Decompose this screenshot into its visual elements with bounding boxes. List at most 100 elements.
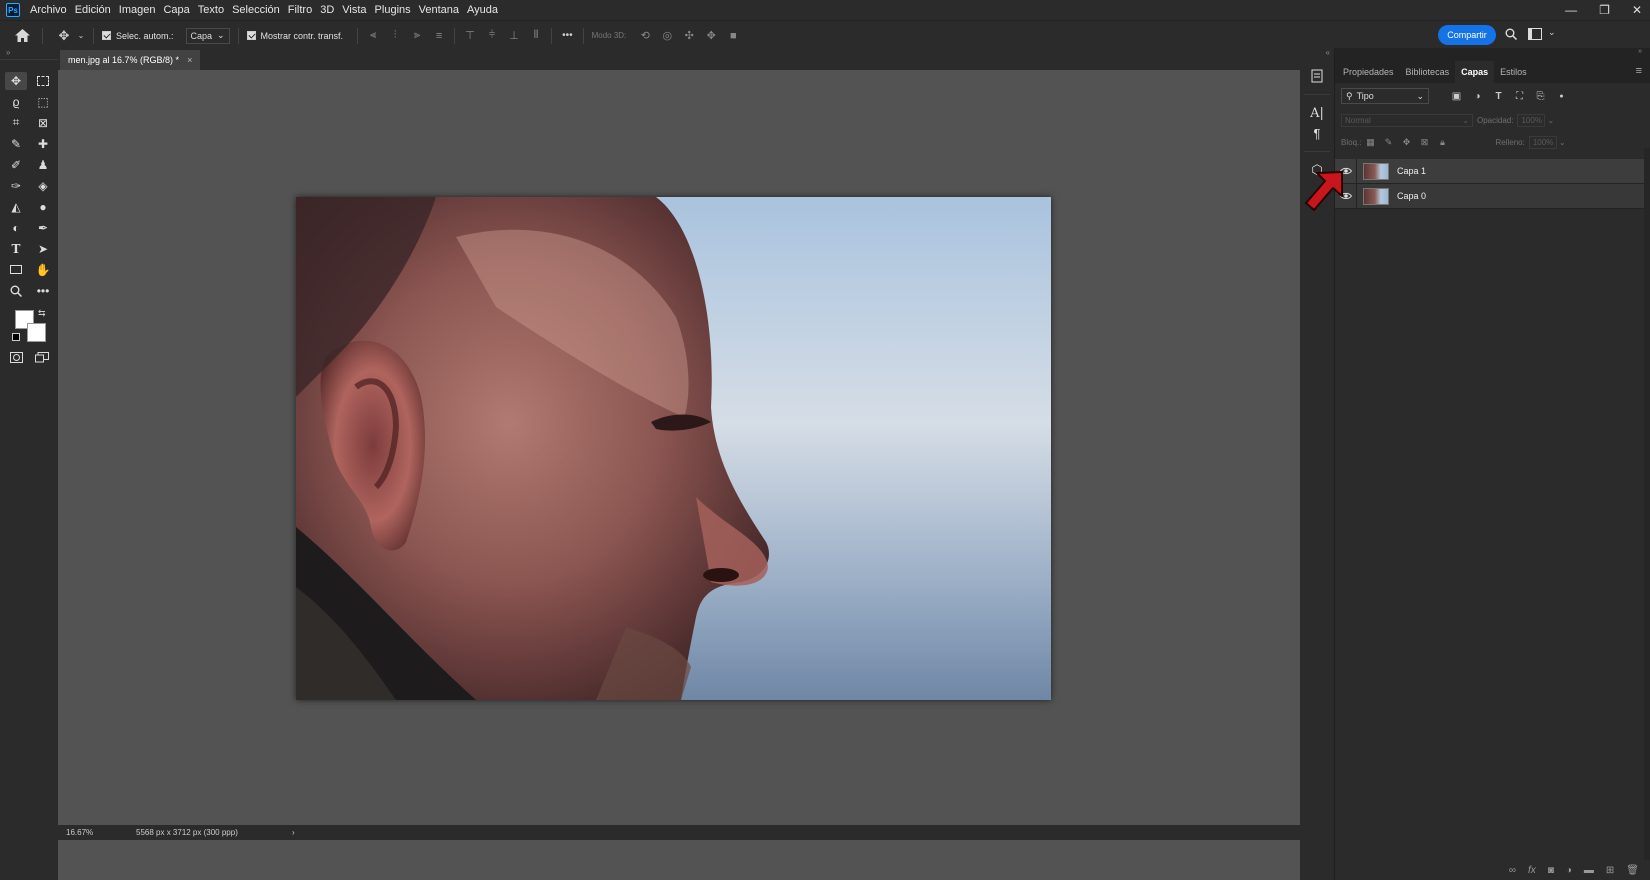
menu-3d[interactable]: 3D — [316, 0, 338, 20]
close-icon[interactable]: ✕ — [1632, 3, 1642, 17]
filter-toggle-icon[interactable]: ● — [1552, 93, 1571, 100]
align-top-icon[interactable]: ⊤ — [459, 29, 481, 42]
dodge-tool-icon[interactable]: ◐ — [5, 219, 27, 237]
layer-name[interactable]: Capa 1 — [1397, 166, 1426, 176]
menu-ayuda[interactable]: Ayuda — [463, 0, 502, 20]
slide-3d-icon[interactable]: ✥ — [700, 29, 722, 42]
brush-tool-icon[interactable]: ✐ — [5, 156, 27, 174]
object-select-tool-icon[interactable]: ⬚ — [32, 93, 54, 111]
history-brush-tool-icon[interactable]: ✑ — [5, 177, 27, 195]
chevron-down-icon[interactable]: ⌄ — [1548, 27, 1556, 38]
lock-transparency-icon[interactable]: ▦ — [1361, 137, 1379, 148]
layer-row[interactable]: Capa 1 — [1335, 159, 1650, 184]
align-right-icon[interactable]: ⫸ — [406, 29, 428, 42]
lock-pixels-icon[interactable]: ✎ — [1379, 137, 1397, 148]
minimize-icon[interactable]: — — [1565, 3, 1577, 17]
more-tools-icon[interactable]: ••• — [32, 282, 54, 300]
layer-filter-dropdown[interactable]: ⚲ Tipo ⌄ — [1341, 88, 1429, 104]
tab-estilos[interactable]: Estilos — [1494, 61, 1533, 83]
align-middle-v-icon[interactable]: ⫩ — [481, 29, 503, 42]
document-tab[interactable]: men.jpg al 16.7% (RGB/8) * × — [60, 50, 201, 70]
menu-edicion[interactable]: Edición — [71, 0, 115, 20]
menu-capa[interactable]: Capa — [159, 0, 193, 20]
align-left-icon[interactable]: ⫷ — [362, 29, 384, 42]
menu-plugins[interactable]: Plugins — [371, 0, 415, 20]
add-mask-icon[interactable]: ◙ — [1548, 865, 1554, 876]
path-selection-tool-icon[interactable]: ➤ — [32, 240, 54, 258]
chevron-down-icon[interactable]: ⌄ — [1547, 116, 1554, 125]
hand-tool-icon[interactable]: ✋ — [32, 261, 54, 279]
type-tool-icon[interactable]: T — [5, 240, 27, 258]
chevron-down-icon[interactable]: ⌄ — [75, 31, 87, 40]
search-icon[interactable] — [1505, 28, 1517, 40]
menu-texto[interactable]: Texto — [194, 0, 228, 20]
history-panel-icon[interactable] — [1306, 66, 1328, 86]
lock-artboard-icon[interactable]: ⊠ — [1415, 137, 1433, 148]
layer-name[interactable]: Capa 0 — [1397, 191, 1426, 201]
tab-propiedades[interactable]: Propiedades — [1337, 61, 1400, 83]
filter-shape-icon[interactable]: ⛶ — [1510, 91, 1529, 102]
opacity-field[interactable]: 100% — [1517, 113, 1546, 127]
video-camera-icon[interactable]: ■ — [722, 30, 744, 42]
filter-type-icon[interactable]: T — [1489, 91, 1508, 102]
eyedropper-tool-icon[interactable]: ✎ — [5, 135, 27, 153]
collapse-arrows-icon[interactable]: « — [1300, 48, 1334, 58]
filter-pixel-icon[interactable]: ▣ — [1447, 91, 1466, 102]
more-options-icon[interactable]: ••• — [562, 30, 573, 41]
paint-bucket-tool-icon[interactable]: ◭ — [5, 198, 27, 216]
screen-mode-icon[interactable] — [35, 352, 49, 363]
healing-brush-tool-icon[interactable]: ✚ — [32, 135, 54, 153]
distribute-icon[interactable]: ≡ — [428, 30, 450, 42]
new-layer-icon[interactable]: ⊞ — [1606, 865, 1614, 876]
align-bottom-icon[interactable]: ⊥ — [503, 29, 525, 42]
menu-vista[interactable]: Vista — [338, 0, 370, 20]
panel-menu-icon[interactable]: ≡ — [1636, 65, 1642, 77]
marquee-tool-icon[interactable] — [32, 72, 54, 90]
restore-icon[interactable]: ❐ — [1599, 3, 1610, 17]
show-transform-checkbox[interactable]: Mostrar contr. transf. — [246, 31, 343, 41]
collapse-arrows-icon[interactable]: » — [1335, 48, 1650, 56]
move-tool-icon[interactable]: ✥ — [53, 28, 75, 44]
distribute-v-icon[interactable]: ⦀ — [525, 29, 547, 42]
filter-adjustment-icon[interactable]: ◑ — [1468, 91, 1487, 102]
layer-style-fx-icon[interactable]: fx — [1528, 865, 1536, 876]
character-panel-icon[interactable]: A| — [1306, 103, 1328, 123]
panel-scrollbar[interactable] — [1644, 148, 1650, 868]
close-tab-icon[interactable]: × — [187, 55, 192, 65]
default-colors-icon[interactable] — [12, 333, 20, 341]
move-tool-icon[interactable]: ✥ — [5, 71, 27, 90]
crop-tool-icon[interactable]: ⌗ — [5, 114, 27, 132]
paragraph-panel-icon[interactable]: ¶ — [1306, 123, 1328, 143]
lock-all-icon[interactable]: 🔒︎ — [1433, 137, 1451, 148]
menu-filtro[interactable]: Filtro — [284, 0, 316, 20]
tab-bibliotecas[interactable]: Bibliotecas — [1400, 61, 1456, 83]
link-layers-icon[interactable]: ∞ — [1509, 865, 1516, 876]
menu-seleccion[interactable]: Selección — [228, 0, 284, 20]
roll-3d-icon[interactable]: ◎ — [656, 29, 678, 42]
pen-tool-icon[interactable]: ✒ — [32, 219, 54, 237]
workspace-icon[interactable] — [1528, 28, 1542, 40]
status-info-arrow[interactable]: › — [292, 828, 295, 837]
delete-layer-icon[interactable]: 🗑︎ — [1626, 865, 1639, 876]
quick-mask-icon[interactable] — [10, 352, 23, 363]
home-icon[interactable] — [6, 29, 38, 42]
panel-collapse-handle[interactable]: » — [0, 48, 58, 60]
group-folder-icon[interactable]: ▬ — [1584, 865, 1594, 876]
lasso-tool-icon[interactable]: ϱ — [5, 93, 27, 111]
auto-select-target-dropdown[interactable]: Capa ⌄ — [185, 27, 230, 44]
clone-stamp-tool-icon[interactable]: ♟ — [32, 156, 54, 174]
zoom-level[interactable]: 16.67% — [66, 828, 126, 837]
rectangle-tool-icon[interactable] — [5, 261, 27, 279]
share-button[interactable]: Compartir — [1438, 25, 1496, 45]
pan-3d-icon[interactable]: ✣ — [678, 29, 700, 42]
menu-ventana[interactable]: Ventana — [415, 0, 463, 20]
swap-colors-icon[interactable]: ⇆ — [38, 308, 46, 319]
orbit-3d-icon[interactable]: ⟲ — [634, 29, 656, 42]
adjustment-layer-icon[interactable]: ◑ — [1566, 865, 1572, 876]
zoom-tool-icon[interactable] — [5, 282, 27, 300]
filter-smart-object-icon[interactable]: ⎘ — [1531, 91, 1550, 102]
lock-position-icon[interactable]: ✥ — [1397, 137, 1415, 148]
auto-select-checkbox[interactable]: Selec. autom.: — [102, 31, 174, 41]
blend-mode-dropdown[interactable]: Normal ⌄ — [1341, 113, 1473, 127]
fill-field[interactable]: 100% — [1528, 135, 1557, 149]
